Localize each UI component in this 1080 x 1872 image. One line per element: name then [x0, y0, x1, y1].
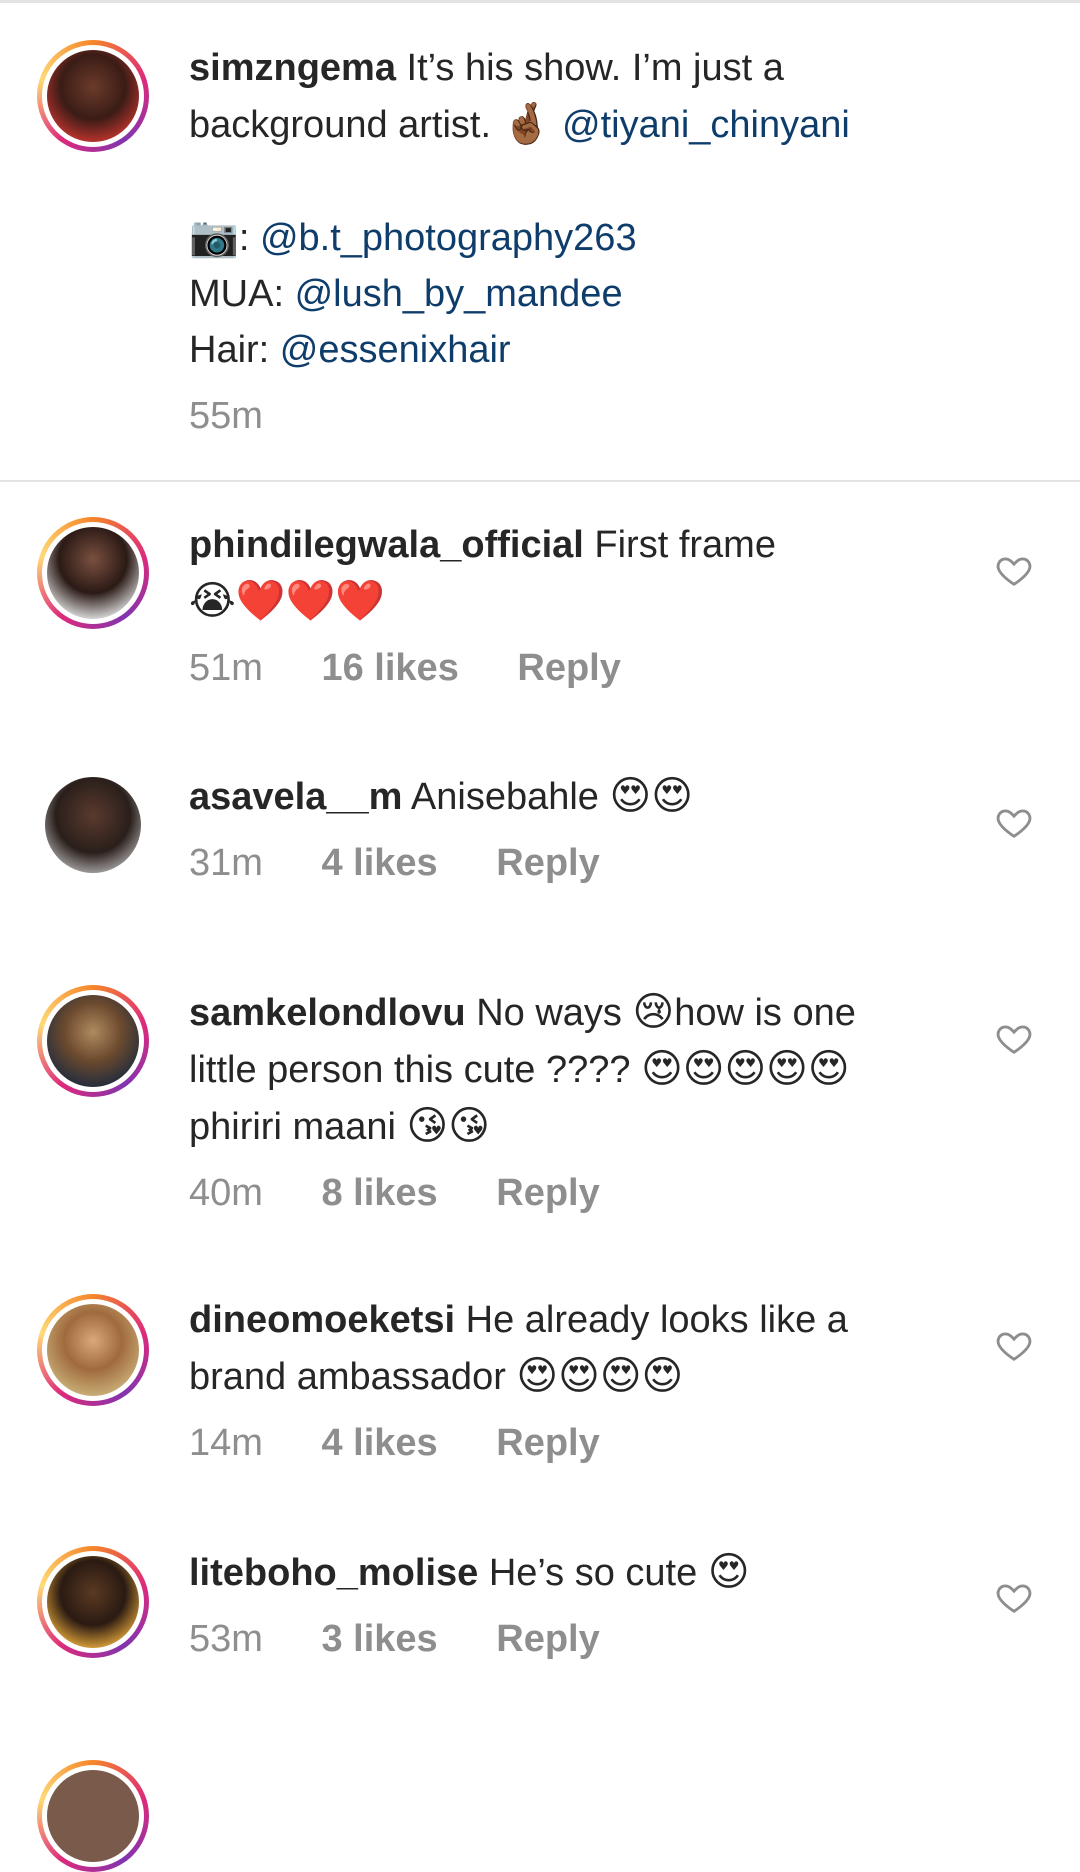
comment-emoji: 😭❤️❤️❤️ [189, 578, 386, 624]
comment-meta: 51m 16 likes Reply [189, 642, 1009, 694]
like-heart-icon[interactable] [995, 803, 1033, 841]
comment-username[interactable]: dineomoeketsi [189, 1299, 455, 1341]
comment-likes[interactable]: 4 likes [321, 1422, 437, 1464]
comment-text: First frame [594, 524, 776, 566]
comment-emoji: 😘😘 [406, 1103, 490, 1149]
comment-emoji: 😍 [707, 1549, 750, 1595]
caption-block: simzngema It’s his show. I’m just a back… [189, 40, 1009, 442]
comment-5: liteboho_molise He’s so cute 😍 53m 3 lik… [189, 1544, 1009, 1665]
like-heart-icon[interactable] [995, 551, 1033, 589]
comment-likes[interactable]: 4 likes [321, 842, 437, 884]
comment-time: 40m [189, 1172, 263, 1214]
camera-icon: 📷 [189, 214, 239, 260]
caption-username[interactable]: simzngema [189, 47, 396, 89]
comment-username[interactable]: samkelondlovu [189, 992, 466, 1034]
caption-line-1: simzngema It’s his show. I’m just a [189, 40, 1009, 96]
caption-line-hair: Hair: @essenixhair [189, 322, 1009, 378]
comment-likes[interactable]: 3 likes [321, 1618, 437, 1660]
comment-text: He’s so cute [488, 1552, 698, 1594]
comment-text: little person this cute ???? [189, 1049, 631, 1091]
reply-button[interactable]: Reply [517, 647, 620, 689]
mention-tiyani[interactable]: @tiyani_chinyani [562, 104, 850, 146]
comment-avatar-liteboho[interactable] [37, 1546, 149, 1658]
comment-time: 51m [189, 647, 263, 689]
comment-time: 31m [189, 842, 263, 884]
like-heart-icon[interactable] [995, 1326, 1033, 1364]
comment-time: 53m [189, 1618, 263, 1660]
comment-emoji: 😍😍 [609, 773, 693, 819]
caption-meta: 55m [189, 390, 1009, 442]
comment-emoji: 😍😍😍😍 [516, 1353, 684, 1399]
comment-meta: 40m 8 likes Reply [189, 1167, 1009, 1219]
comment-avatar-dineomoeketsi[interactable] [37, 1294, 149, 1406]
camera-separator: : [238, 217, 250, 259]
comment-text: He already looks like a [465, 1299, 848, 1341]
caption-avatar[interactable] [37, 40, 149, 152]
comment-avatar-samkelondlovu[interactable] [37, 985, 149, 1097]
comment-meta: 53m 3 likes Reply [189, 1613, 1009, 1665]
like-heart-icon[interactable] [995, 1578, 1033, 1616]
comment-4: dineomoeketsi He already looks like a br… [189, 1292, 1009, 1469]
comment-text: No ways [476, 992, 622, 1034]
comment-meta: 31m 4 likes Reply [189, 837, 1009, 889]
comment-2: asavela__m Anisebahle 😍😍 31m 4 likes Rep… [189, 768, 1009, 889]
comment-likes[interactable]: 8 likes [321, 1172, 437, 1214]
comment-meta: 14m 4 likes Reply [189, 1417, 1009, 1469]
comment-avatar-phindilegwala[interactable] [37, 517, 149, 629]
hair-label: Hair: [189, 329, 270, 371]
comment-avatar-partial[interactable] [37, 1760, 149, 1872]
comment-username[interactable]: phindilegwala_official [189, 524, 584, 566]
comment-likes[interactable]: 16 likes [321, 647, 458, 689]
reply-button[interactable]: Reply [496, 1618, 599, 1660]
caption-text-2: background artist. [189, 104, 492, 146]
caption-line-photo: 📷: @b.t_photography263 [189, 209, 1009, 266]
comment-avatar-asavela[interactable] [45, 777, 141, 873]
comment-1: phindilegwala_official First frame 😭❤️❤️… [189, 517, 1009, 694]
comment-username[interactable]: asavela__m [189, 776, 402, 818]
caption-time: 55m [189, 395, 263, 437]
comment-3: samkelondlovu No ways 😢how is one little… [189, 984, 1009, 1219]
comment-text: how is one [674, 992, 856, 1034]
comment-emoji: 😢 [632, 989, 675, 1035]
top-divider [0, 0, 1080, 3]
crossed-fingers-emoji: 🤞🏾 [501, 101, 552, 147]
caption-line-2: background artist. 🤞🏾 @tiyani_chinyani [189, 96, 1009, 153]
mention-mua[interactable]: @lush_by_mandee [295, 273, 623, 315]
comment-text: Anisebahle [410, 776, 599, 818]
caption-divider [0, 480, 1080, 482]
reply-button[interactable]: Reply [496, 1422, 599, 1464]
mua-label: MUA: [189, 273, 284, 315]
mention-photographer[interactable]: @b.t_photography263 [260, 217, 637, 259]
reply-button[interactable]: Reply [496, 842, 599, 884]
like-heart-icon[interactable] [995, 1019, 1033, 1057]
comment-time: 14m [189, 1422, 263, 1464]
caption-line-mua: MUA: @lush_by_mandee [189, 266, 1009, 322]
comment-emoji: 😍😍😍😍😍 [641, 1046, 850, 1092]
mention-hair[interactable]: @essenixhair [280, 329, 511, 371]
comment-text: phiriri maani [189, 1106, 396, 1148]
comment-username[interactable]: liteboho_molise [189, 1552, 478, 1594]
caption-text: It’s his show. I’m just a [406, 47, 784, 89]
comment-text: brand ambassador [189, 1356, 506, 1398]
reply-button[interactable]: Reply [496, 1172, 599, 1214]
